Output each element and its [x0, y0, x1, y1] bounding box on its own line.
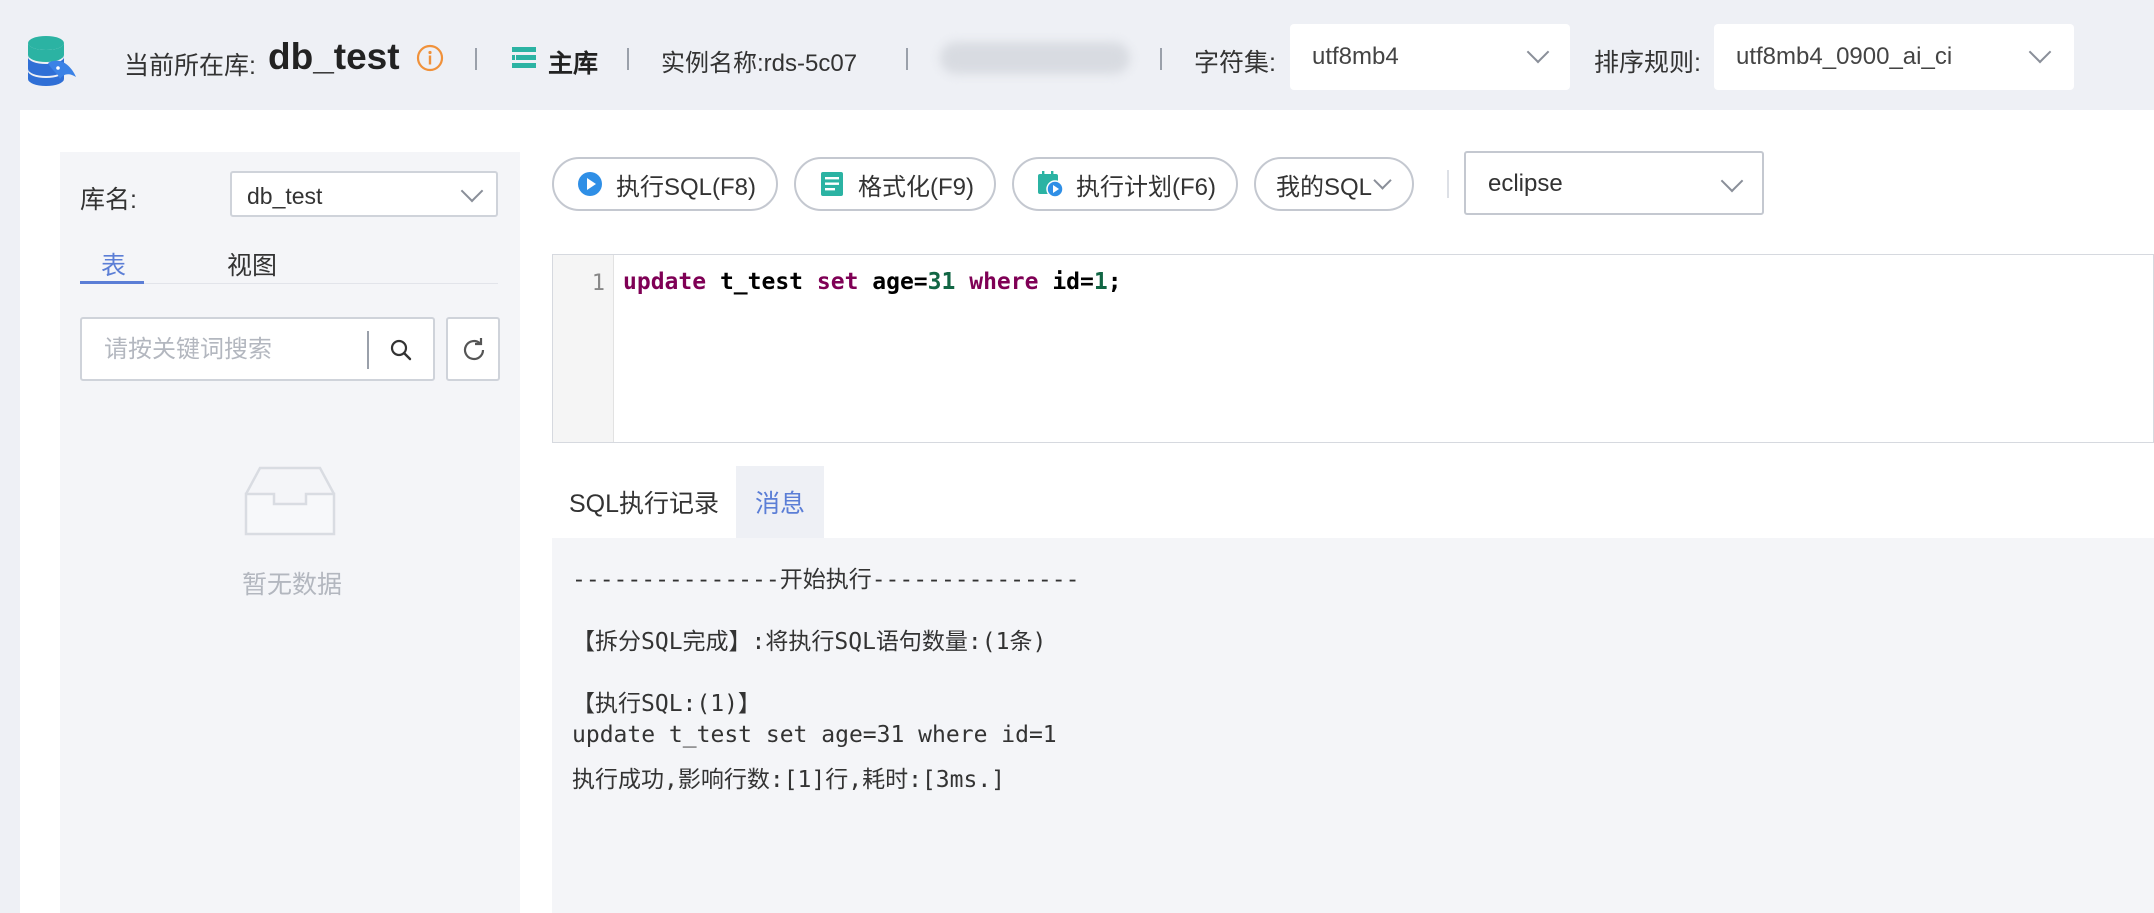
run-sql-label: 执行SQL(F8) — [616, 173, 757, 201]
format-icon — [821, 172, 843, 196]
instance-name: 实例名称:rds-5c07 — [661, 50, 858, 77]
empty-state-text: 暂无数据 — [242, 571, 343, 599]
my-sql-dropdown[interactable]: 我的SQL — [1254, 157, 1414, 211]
header-divider — [1160, 48, 1162, 70]
search-divider — [367, 331, 369, 369]
toolbar-divider — [1447, 170, 1449, 198]
active-tab-indicator — [80, 281, 144, 284]
explain-plan-label: 执行计划(F6) — [1076, 173, 1216, 201]
db-select[interactable]: db_test — [230, 171, 498, 217]
charset-select[interactable]: utf8mb4 — [1290, 24, 1570, 90]
tab-tables[interactable]: 表 — [101, 246, 126, 282]
header-divider — [475, 48, 477, 70]
code-token: set — [816, 269, 859, 295]
empty-inbox-icon — [244, 466, 336, 536]
message-line: 【拆分SQL完成】:将执行SQL语句数量:(1条) — [572, 629, 1047, 655]
format-label: 格式化(F9) — [858, 173, 974, 201]
server-icon — [512, 47, 536, 68]
master-db-label: 主库 — [548, 50, 599, 78]
database-logo-icon — [28, 36, 76, 86]
format-button[interactable]: 格式化(F9) — [794, 157, 996, 211]
header-divider — [906, 48, 908, 70]
search-icon[interactable] — [382, 331, 422, 371]
code-token: update — [623, 269, 707, 295]
chevron-down-icon — [2028, 40, 2052, 64]
current-db-label: 当前所在库: — [124, 52, 256, 80]
refresh-icon — [463, 338, 485, 361]
code-token: age= — [858, 269, 928, 295]
my-sql-label: 我的SQL — [1276, 173, 1373, 201]
message-line: 执行成功,影响行数:[1]行,耗时:[3ms.] — [572, 767, 1006, 793]
current-db-name: db_test — [268, 36, 400, 77]
search-input[interactable] — [102, 333, 326, 367]
chevron-down-icon — [460, 179, 484, 203]
chevron-down-icon — [1720, 169, 1744, 193]
db-select-label: 库名: — [80, 186, 137, 214]
explain-plan-button[interactable]: 执行计划(F6) — [1012, 157, 1238, 211]
db-select-value: db_test — [247, 183, 323, 209]
table-search — [80, 317, 435, 381]
collation-value: utf8mb4_0900_ai_ci — [1736, 43, 1953, 70]
tab-messages[interactable]: 消息 — [736, 466, 824, 538]
execution-plan-icon — [1038, 171, 1064, 198]
tab-sql-history[interactable]: SQL执行记录 — [552, 466, 736, 538]
code-token: t_test — [706, 269, 817, 295]
collation-select[interactable]: utf8mb4_0900_ai_ci — [1714, 24, 2074, 90]
code-token: where — [969, 269, 1039, 295]
theme-value: eclipse — [1488, 170, 1563, 197]
code-token: id= — [1038, 269, 1094, 295]
line-gutter: 1 — [553, 255, 614, 442]
line-number: 1 — [591, 271, 605, 296]
code-token: 31 — [927, 269, 956, 295]
chevron-down-icon — [1373, 170, 1392, 190]
refresh-button[interactable] — [446, 317, 500, 381]
redacted-info — [940, 42, 1130, 74]
message-line: 【执行SQL:(1)】 — [572, 691, 761, 717]
code-token: ; — [1107, 269, 1122, 295]
tab-views[interactable]: 视图 — [227, 246, 277, 282]
charset-label: 字符集: — [1194, 49, 1276, 77]
chevron-down-icon — [1526, 40, 1550, 64]
sql-code-line[interactable]: update t_test set age=31 where id=1; — [623, 269, 1122, 295]
play-icon — [578, 172, 602, 196]
run-sql-button[interactable]: 执行SQL(F8) — [552, 157, 778, 211]
code-token: 1 — [1093, 269, 1108, 295]
collation-label: 排序规则: — [1594, 49, 1701, 77]
sql-editor[interactable]: 1 update t_test set age=31 where id=1; — [552, 254, 2154, 443]
info-icon[interactable] — [416, 44, 444, 72]
message-line: update t_test set age=31 where id=1 — [572, 722, 1057, 748]
header-divider — [627, 48, 629, 70]
editor-theme-select[interactable]: eclipse — [1464, 151, 1764, 215]
charset-value: utf8mb4 — [1312, 43, 1399, 70]
message-line: ---------------开始执行--------------- — [572, 567, 1080, 593]
